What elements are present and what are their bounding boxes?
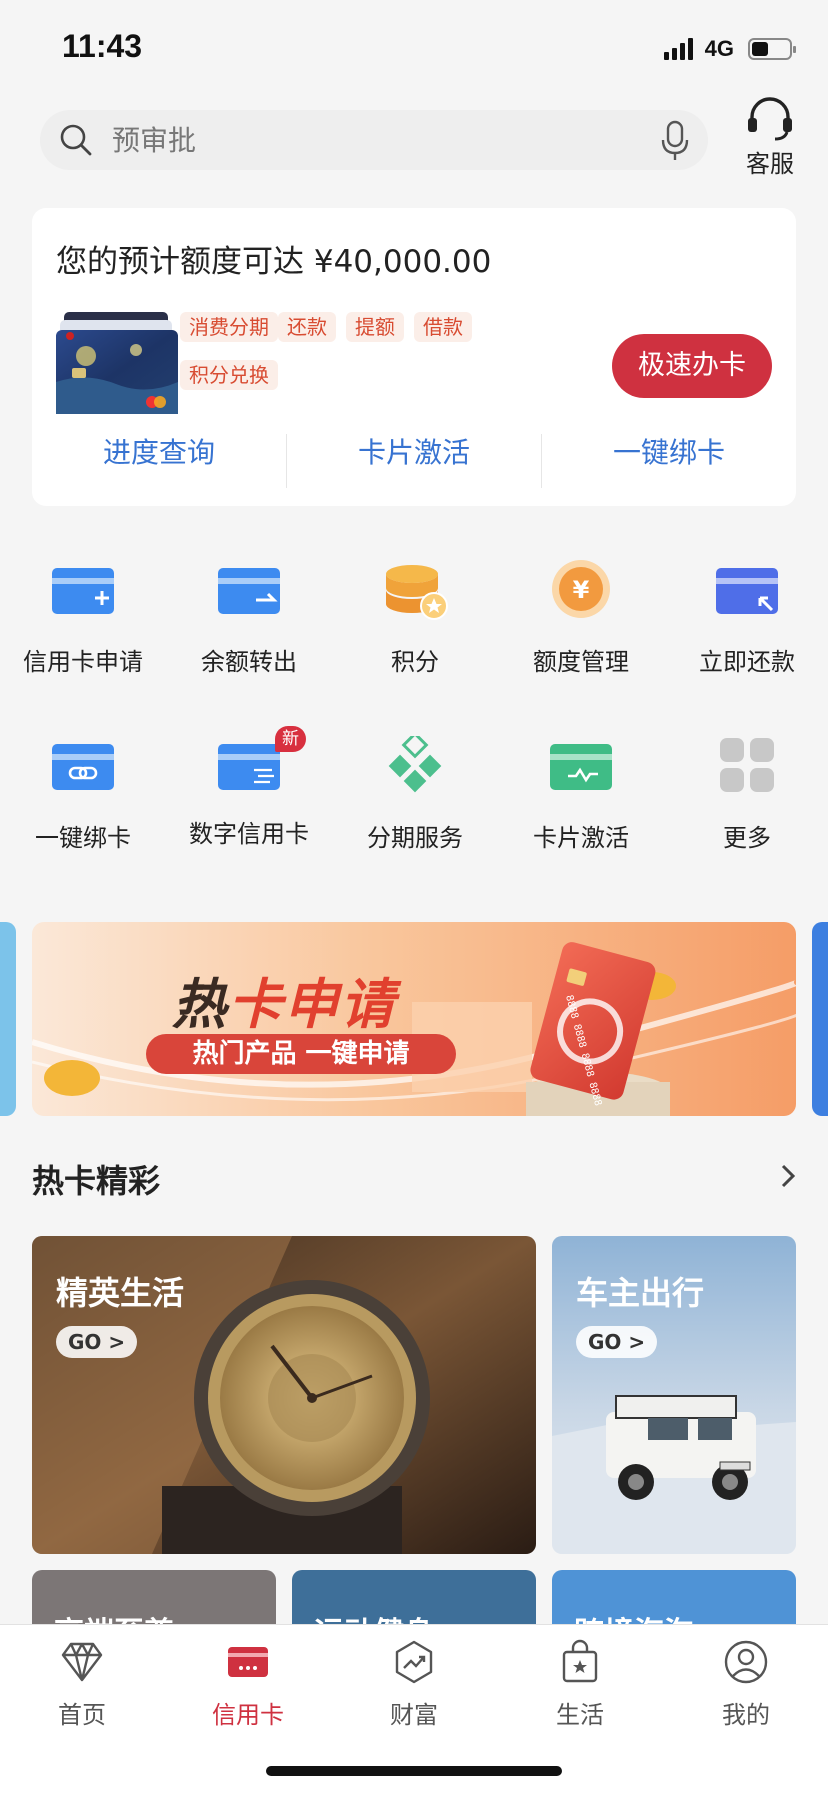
service-more[interactable]: 更多	[664, 736, 828, 853]
card-activate-icon	[550, 744, 612, 790]
service-limit-management[interactable]: ¥ 额度管理	[498, 560, 664, 677]
service-label: 额度管理	[533, 648, 629, 676]
home-indicator	[266, 1766, 562, 1776]
battery-icon	[748, 38, 796, 60]
service-label: 积分	[391, 648, 439, 676]
installment-icon	[388, 731, 442, 793]
status-time: 11:43	[62, 28, 143, 64]
tab-label: 首页	[58, 1701, 106, 1729]
user-icon	[724, 1640, 768, 1684]
customer-service-button[interactable]: 客服	[740, 96, 800, 179]
diamond-icon	[61, 1642, 103, 1682]
search-icon	[60, 124, 92, 156]
tab-life[interactable]: 生活	[520, 1639, 640, 1730]
search-bar[interactable]	[40, 110, 708, 170]
banner-peek-next[interactable]	[812, 922, 828, 1116]
shopping-bag-icon	[562, 1639, 598, 1683]
tab-label: 我的	[722, 1701, 770, 1729]
service-card-activation[interactable]: 卡片激活	[498, 736, 664, 853]
network-type: 4G	[704, 36, 734, 61]
bind-card-link[interactable]: 一键绑卡	[542, 418, 796, 488]
chevron-right-icon[interactable]	[776, 1160, 800, 1192]
service-label: 更多	[723, 824, 771, 852]
credit-card-icon	[228, 1647, 268, 1677]
search-input[interactable]	[112, 110, 632, 170]
headset-icon	[748, 97, 792, 141]
service-installment[interactable]: 分期服务	[332, 731, 498, 853]
chip-raise-limit[interactable]: 提额	[346, 312, 404, 342]
service-label: 余额转出	[201, 648, 297, 676]
tab-label: 信用卡	[212, 1701, 284, 1729]
card-add-icon	[52, 568, 114, 614]
card-link-icon	[52, 744, 114, 790]
digital-card-icon-wrap: 新	[214, 726, 306, 798]
banner-peek-prev[interactable]	[0, 922, 16, 1116]
service-balance-transfer[interactable]: 余额转出	[166, 560, 332, 677]
service-label: 数字信用卡	[189, 820, 309, 848]
microphone-icon[interactable]	[660, 120, 690, 162]
card-transfer-icon	[218, 568, 280, 614]
fast-apply-button[interactable]: 极速办卡	[612, 334, 772, 398]
service-label: 立即还款	[699, 648, 795, 676]
digital-card-icon	[218, 744, 280, 790]
tile-go-button[interactable]: GO >	[576, 1326, 658, 1358]
service-label: 一键绑卡	[35, 824, 131, 852]
svg-text:¥: ¥	[573, 576, 590, 604]
tab-wealth[interactable]: 财富	[354, 1639, 474, 1730]
tab-label: 生活	[556, 1701, 604, 1729]
tab-credit-card[interactable]: 信用卡	[188, 1639, 308, 1730]
wealth-icon	[395, 1640, 433, 1684]
service-bind-card[interactable]: 一键绑卡	[0, 736, 166, 853]
tab-mine[interactable]: 我的	[686, 1639, 806, 1730]
chip-installment[interactable]: 消费分期	[180, 312, 278, 342]
chip-loan[interactable]: 借款	[414, 312, 472, 342]
signal-icon	[663, 38, 693, 60]
section-title: 热卡精彩	[32, 1162, 161, 1200]
banner-title: 热卡申请	[172, 973, 396, 1036]
card-activation-link[interactable]: 卡片激活	[287, 418, 541, 488]
points-icon	[386, 565, 448, 620]
service-points[interactable]: 积分	[332, 560, 498, 677]
progress-query-link[interactable]: 进度查询	[32, 418, 286, 488]
service-repay-now[interactable]: 立即还款	[664, 560, 828, 677]
service-credit-card-apply[interactable]: 信用卡申请	[0, 560, 166, 677]
banner-subtitle: 热门产品 一键申请	[146, 1034, 456, 1074]
chip-repayment[interactable]: 还款	[278, 312, 336, 342]
tile-car-owner[interactable]: 车主出行 GO >	[552, 1236, 796, 1554]
tile-elite-life[interactable]: 精英生活 GO >	[32, 1236, 536, 1554]
tab-home[interactable]: 首页	[22, 1639, 142, 1730]
new-badge: 新	[275, 726, 306, 752]
yuan-coin-icon: ¥	[552, 560, 610, 618]
service-digital-card[interactable]: 新 数字信用卡	[166, 726, 332, 849]
chip-points-exchange[interactable]: 积分兑换	[180, 360, 278, 390]
tile-title: 精英生活	[56, 1274, 185, 1312]
tab-label: 财富	[390, 1701, 438, 1729]
status-indicators: 4G	[663, 36, 796, 62]
quota-card: 您的预计额度可达 ¥40,000.00 消费分期 还款 提额 借款 积分兑换 极…	[32, 208, 796, 506]
more-grid-icon	[720, 738, 774, 792]
card-repay-icon	[716, 568, 778, 614]
service-label: 信用卡申请	[23, 648, 143, 676]
service-label: 分期服务	[367, 824, 463, 852]
banner-background: 8888 8888 8888 8888	[32, 922, 796, 1116]
card-image	[56, 312, 178, 414]
tile-go-button[interactable]: GO >	[56, 1326, 138, 1358]
service-label: 卡片激活	[533, 824, 629, 852]
tile-title: 车主出行	[576, 1274, 705, 1312]
hot-card-banner[interactable]: 8888 8888 8888 8888 热卡申请 热门产品 一键申请	[32, 922, 796, 1116]
quota-title: 您的预计额度可达 ¥40,000.00	[56, 244, 492, 280]
customer-service-label: 客服	[746, 150, 794, 178]
